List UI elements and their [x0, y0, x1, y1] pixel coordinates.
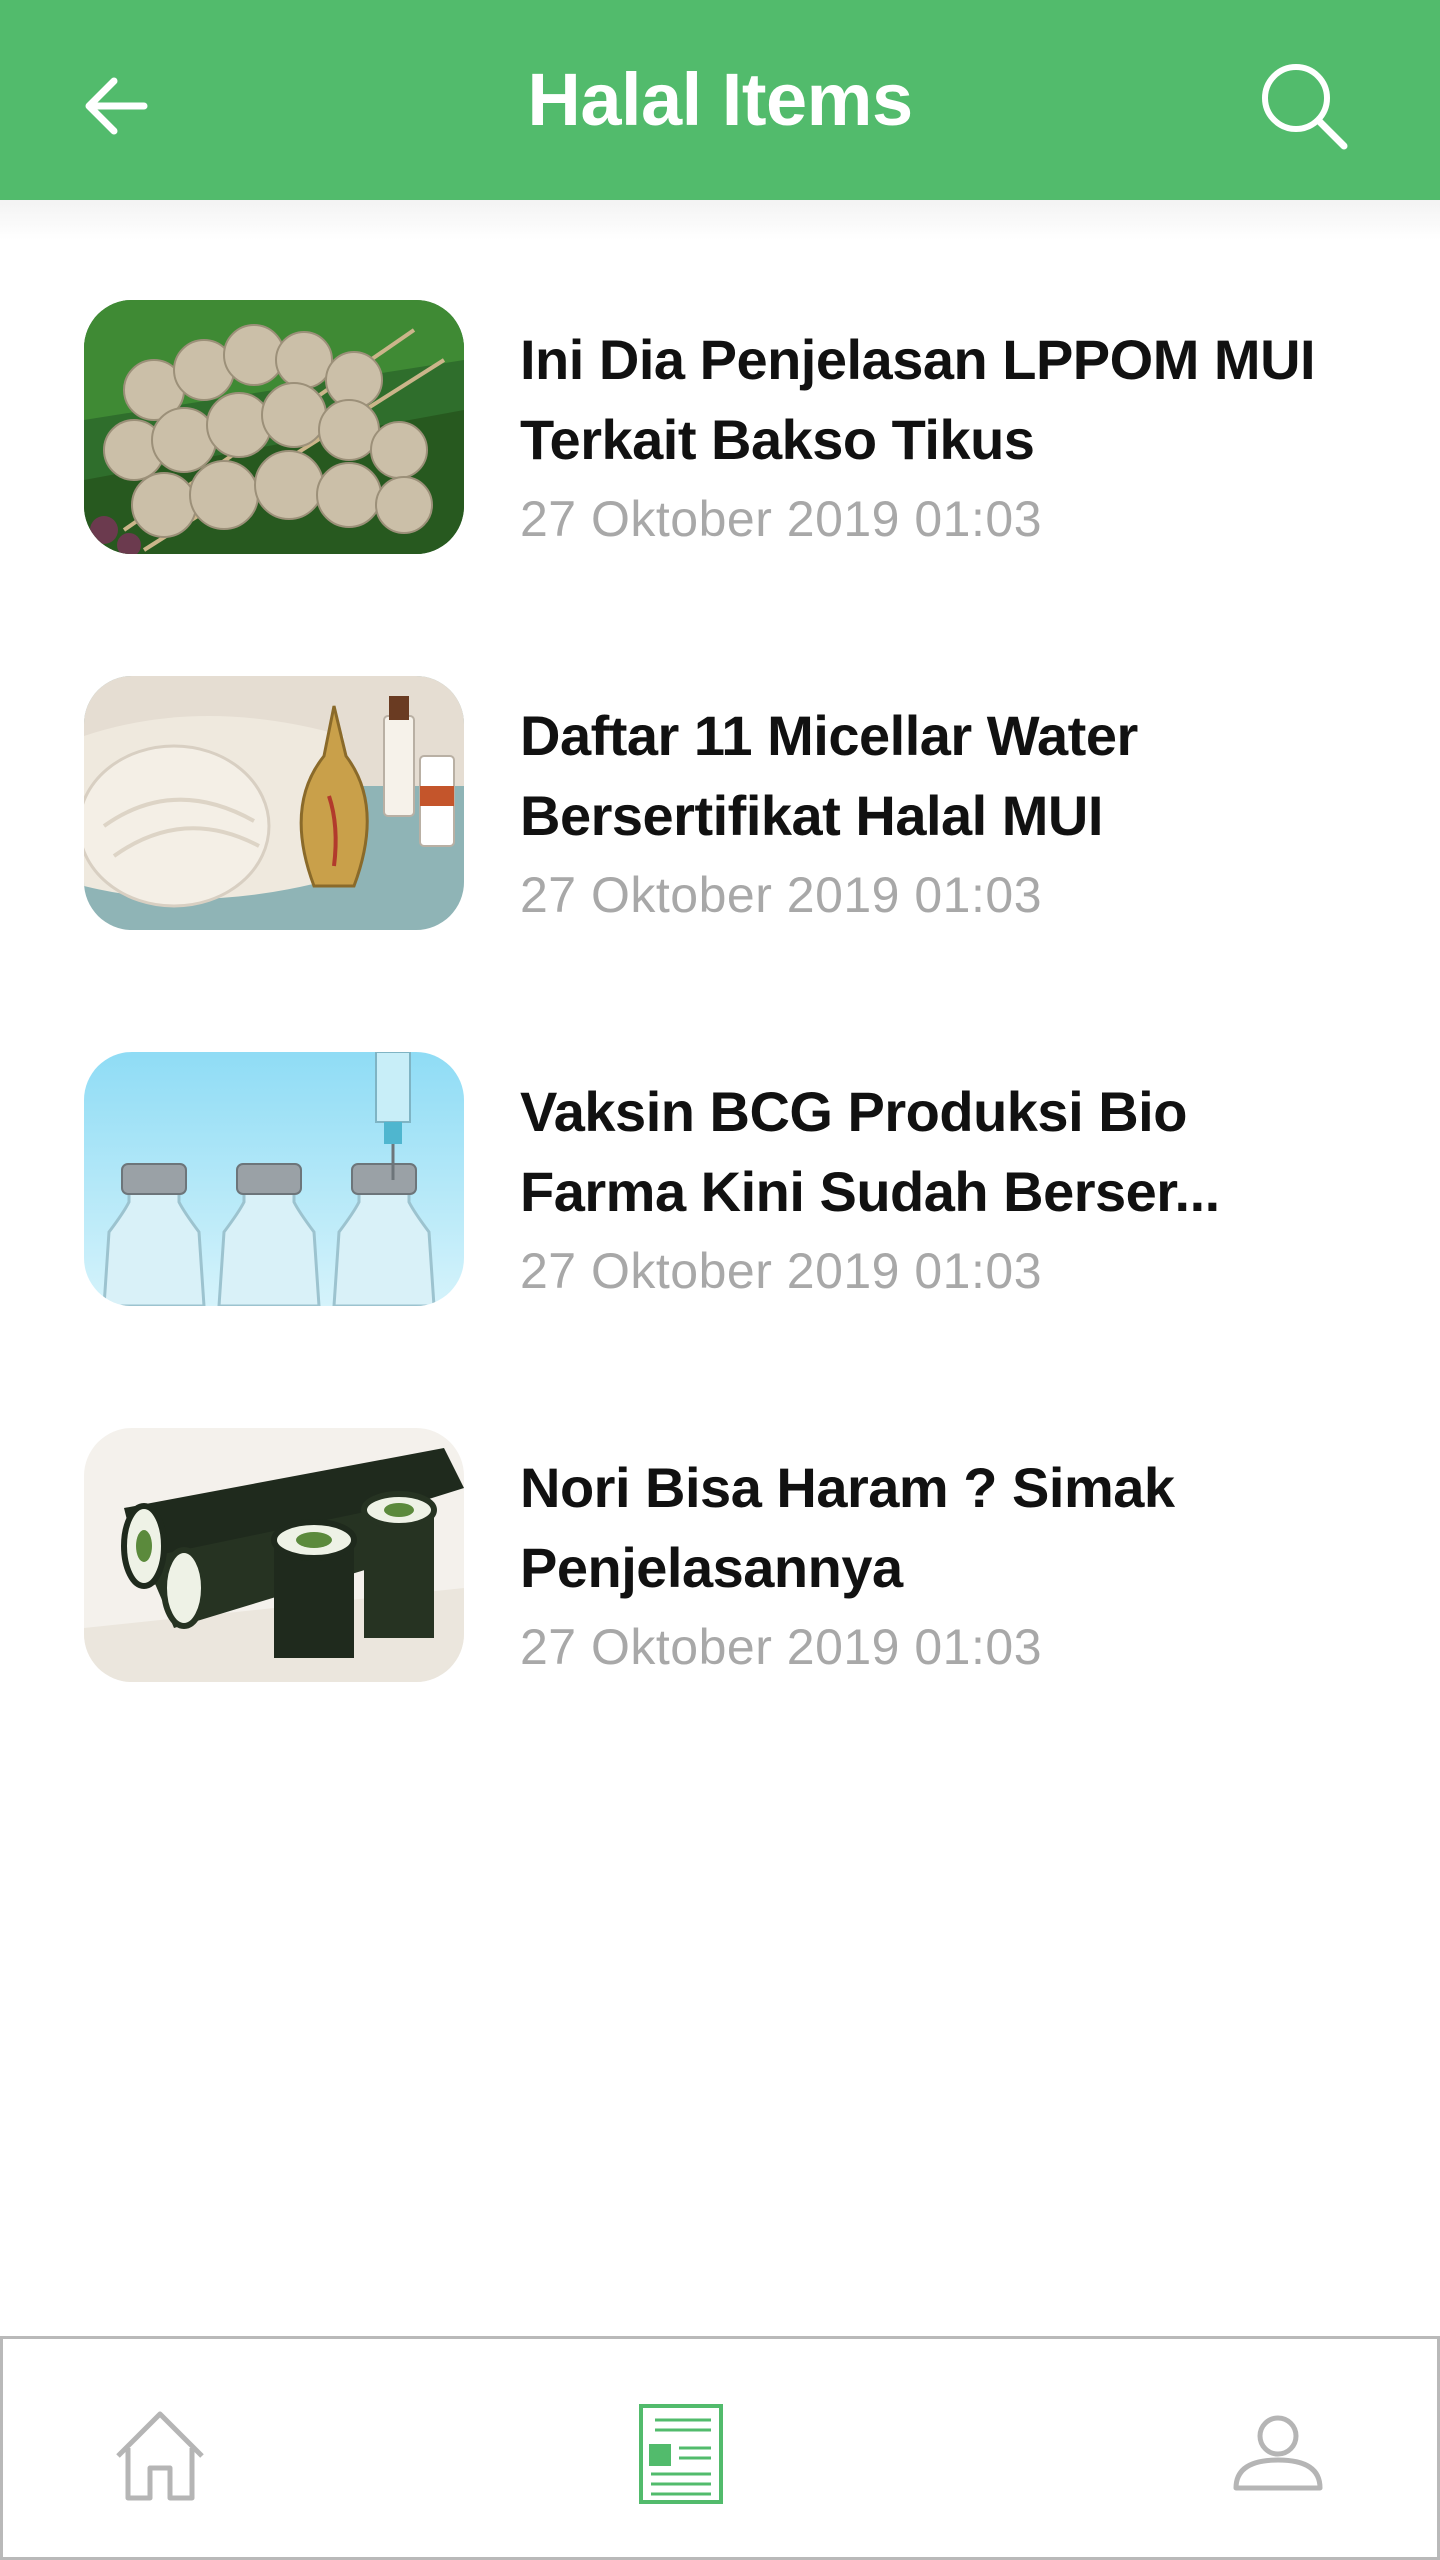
article-date: 27 Oktober 2019 01:03 — [520, 1619, 1042, 1675]
search-button[interactable] — [1254, 56, 1354, 156]
article-title: Ini Dia Penjelasan LPPOM MUI Terkait Bak… — [520, 328, 1316, 471]
search-icon — [1262, 64, 1348, 150]
profile-icon — [1233, 2415, 1323, 2491]
nori-sushi-rolls-photo — [84, 1428, 464, 1682]
article-date: 27 Oktober 2019 01:03 — [520, 1243, 1042, 1299]
home-icon — [116, 2411, 204, 2501]
article-item[interactable]: Vaksin BCG Produksi Bio Farma Kini Sudah… — [84, 1052, 1384, 1306]
nav-home-button[interactable] — [105, 2399, 215, 2509]
news-icon — [639, 2404, 723, 2504]
article-item[interactable]: Nori Bisa Haram ? Simak Penjelasannya 27… — [84, 1428, 1384, 1682]
bottom-navigation — [0, 2336, 1440, 2560]
nav-profile-button[interactable] — [1223, 2399, 1333, 2509]
nav-news-button[interactable] — [626, 2399, 736, 2509]
vaccine-vials-photo — [84, 1052, 464, 1306]
app-header: Halal Items — [0, 0, 1440, 200]
page-title: Halal Items — [527, 58, 913, 141]
app-screen: Halal Items Ini Dia Penjelasan LPPOM MUI… — [0, 0, 1440, 2560]
article-item[interactable]: Daftar 11 Micellar Water Bersertifikat H… — [84, 676, 1384, 930]
article-item[interactable]: Ini Dia Penjelasan LPPOM MUI Terkait Bak… — [84, 300, 1384, 554]
header-shadow — [0, 200, 1440, 240]
towel-and-cosmetics-photo — [84, 676, 464, 930]
article-date: 27 Oktober 2019 01:03 — [520, 867, 1042, 923]
article-title: Daftar 11 Micellar Water Bersertifikat H… — [520, 704, 1138, 847]
meatball-skewers-photo — [84, 300, 464, 554]
article-title: Nori Bisa Haram ? Simak Penjelasannya — [520, 1456, 1175, 1599]
article-date: 27 Oktober 2019 01:03 — [520, 491, 1042, 547]
article-title: Vaksin BCG Produksi Bio Farma Kini Sudah… — [520, 1080, 1220, 1223]
